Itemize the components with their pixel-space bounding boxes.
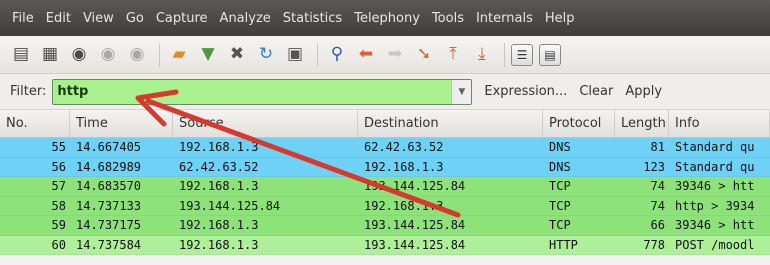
packet-time: 14.682989 — [76, 159, 142, 174]
packet-list: 55 14.667405 192.168.1.3 62.42.63.52 DNS 81 St… — [0, 138, 770, 255]
packet-length: 778 — [643, 237, 665, 252]
packet-number: 55 — [51, 140, 66, 155]
auto-scroll-icon[interactable]: ▤ — [539, 43, 561, 66]
clear-button[interactable]: Clear — [579, 84, 613, 99]
save-file-icon[interactable]: ▼ — [195, 42, 221, 68]
print-icon[interactable]: ▣ — [282, 42, 308, 68]
interface-list-icon[interactable]: ▤ — [8, 42, 34, 68]
filter-bar: Filter: http ▼ Expression... Clear Apply — [0, 74, 770, 110]
packet-length: 74 — [650, 179, 665, 194]
table-row[interactable]: 60 14.737584 192.168.1.3 193.144.125.84 HTTP… — [0, 235, 770, 255]
table-row[interactable]: 57 14.683570 192.168.1.3 193.144.125.84 TCP 7… — [0, 177, 770, 197]
packet-number: 59 — [51, 218, 66, 233]
packet-list-header: No. Time Source Destination Protocol Len… — [0, 110, 770, 138]
first-packet-icon[interactable]: ⤒ — [440, 42, 466, 68]
packet-length: 74 — [650, 198, 665, 213]
go-back-icon[interactable]: ⬅ — [353, 42, 379, 68]
packet-destination: 193.144.125.84 — [364, 179, 466, 194]
menu-analyze[interactable]: Analyze — [214, 11, 277, 26]
menu-bar: File Edit View Go Capture Analyze Statis… — [0, 0, 770, 36]
menu-tools[interactable]: Tools — [426, 11, 470, 26]
main-toolbar: ▤ ▦ ◉ ◉ ◉ ▰ ▼ ✖ ↻ ▣ ⚲ ⬅ ➡ ➘ ⤒ ⤓ ☰ ▤ — [0, 36, 770, 74]
apply-button[interactable]: Apply — [625, 84, 662, 99]
table-row[interactable]: 58 14.737133 193.144.125.84 192.168.1.3 TCP 7… — [0, 196, 770, 216]
capture-start-icon[interactable]: ◉ — [66, 42, 92, 68]
menu-file[interactable]: File — [6, 11, 40, 26]
menu-telephony[interactable]: Telephony — [348, 11, 426, 26]
packet-time: 14.737584 — [76, 237, 142, 252]
go-to-packet-icon[interactable]: ➘ — [411, 42, 437, 68]
packet-source: 193.144.125.84 — [179, 198, 281, 213]
packet-destination: 62.42.63.52 — [364, 140, 444, 155]
packet-number: 60 — [51, 237, 66, 252]
toolbar-separator — [317, 42, 318, 67]
find-packet-icon[interactable]: ⚲ — [324, 42, 350, 68]
capture-options-icon[interactable]: ▦ — [37, 42, 63, 68]
packet-number: 58 — [51, 198, 66, 213]
packet-protocol: DNS — [549, 159, 571, 174]
packet-length: 123 — [643, 159, 665, 174]
column-header-info[interactable]: Info — [669, 110, 770, 137]
reload-icon[interactable]: ↻ — [253, 42, 279, 68]
packet-protocol: TCP — [549, 179, 571, 194]
packet-time: 14.737133 — [76, 198, 142, 213]
packet-protocol: TCP — [549, 218, 571, 233]
packet-source: 192.168.1.3 — [179, 237, 259, 252]
packet-number: 56 — [51, 159, 66, 174]
packet-source: 62.42.63.52 — [179, 159, 259, 174]
column-header-destination[interactable]: Destination — [358, 110, 543, 137]
packet-length: 81 — [650, 140, 665, 155]
column-header-no[interactable]: No. — [0, 110, 70, 137]
table-row[interactable]: 56 14.682989 62.42.63.52 192.168.1.3 DNS 123 S… — [0, 157, 770, 177]
packet-destination: 192.168.1.3 — [364, 198, 444, 213]
packet-info: POST /moodl — [675, 237, 755, 252]
packet-source: 192.168.1.3 — [179, 140, 259, 155]
menu-go[interactable]: Go — [120, 11, 150, 26]
menu-capture[interactable]: Capture — [150, 11, 214, 26]
packet-source: 192.168.1.3 — [179, 179, 259, 194]
packet-source: 192.168.1.3 — [179, 218, 259, 233]
packet-length: 66 — [650, 218, 665, 233]
packet-time: 14.667405 — [76, 140, 142, 155]
packet-info: 39346 > htt — [675, 218, 755, 233]
packet-destination: 192.168.1.3 — [364, 159, 444, 174]
table-row[interactable]: 59 14.737175 192.168.1.3 193.144.125.84 TCP 6… — [0, 216, 770, 236]
column-header-time[interactable]: Time — [70, 110, 173, 137]
go-forward-icon[interactable]: ➡ — [382, 42, 408, 68]
packet-time: 14.683570 — [76, 179, 142, 194]
menu-view[interactable]: View — [77, 11, 120, 26]
close-file-icon[interactable]: ✖ — [224, 42, 250, 68]
chevron-down-icon[interactable]: ▼ — [451, 79, 472, 104]
packet-info: http > 3934 — [675, 198, 755, 213]
packet-info: Standard qu — [675, 159, 755, 174]
toolbar-separator — [159, 42, 160, 67]
open-file-icon[interactable]: ▰ — [166, 42, 192, 68]
capture-restart-icon[interactable]: ◉ — [124, 42, 150, 68]
column-header-protocol[interactable]: Protocol — [543, 110, 615, 137]
packet-time: 14.737175 — [76, 218, 142, 233]
packet-protocol: TCP — [549, 198, 571, 213]
column-header-length[interactable]: Length — [615, 110, 669, 137]
packet-protocol: HTTP — [549, 237, 578, 252]
filter-value[interactable]: http — [53, 84, 451, 99]
last-packet-icon[interactable]: ⤓ — [469, 42, 495, 68]
filter-input[interactable]: http ▼ — [52, 78, 473, 105]
packet-protocol: DNS — [549, 140, 571, 155]
menu-help[interactable]: Help — [539, 11, 581, 26]
packet-info: Standard qu — [675, 140, 755, 155]
colorize-icon[interactable]: ☰ — [511, 43, 533, 66]
packet-destination: 193.144.125.84 — [364, 237, 466, 252]
toolbar-separator — [504, 42, 505, 67]
filter-label: Filter: — [10, 84, 47, 99]
packet-destination: 193.144.125.84 — [364, 218, 466, 233]
table-row[interactable]: 55 14.667405 192.168.1.3 62.42.63.52 DNS 81 St… — [0, 138, 770, 158]
packet-info: 39346 > htt — [675, 179, 755, 194]
menu-edit[interactable]: Edit — [40, 11, 77, 26]
capture-stop-icon[interactable]: ◉ — [95, 42, 121, 68]
packet-number: 57 — [51, 179, 66, 194]
expression-button[interactable]: Expression... — [484, 84, 567, 99]
menu-internals[interactable]: Internals — [470, 11, 539, 26]
menu-statistics[interactable]: Statistics — [277, 11, 348, 26]
column-header-source[interactable]: Source — [173, 110, 358, 137]
